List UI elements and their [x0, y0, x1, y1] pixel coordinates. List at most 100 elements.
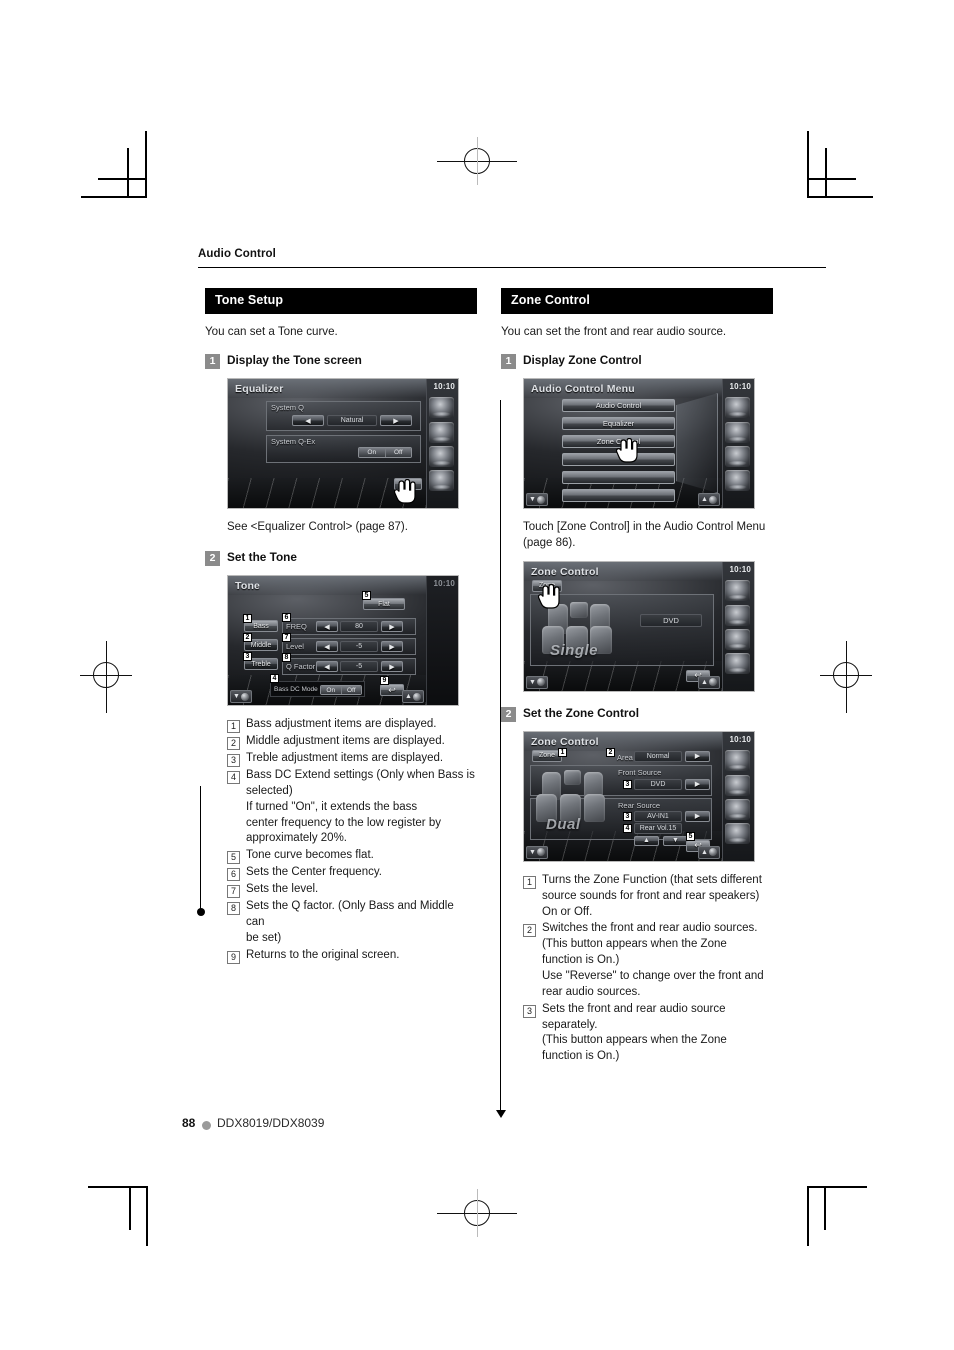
step-label: Display the Tone screen — [227, 353, 362, 368]
callout-6: 6 — [282, 613, 291, 622]
sidebar-icon-audio[interactable] — [725, 798, 750, 820]
callout-8: 8 — [282, 653, 291, 662]
system-q-ex-toggle[interactable]: On Off — [358, 447, 412, 459]
page-number: 88 — [182, 1116, 196, 1130]
volume-down-control[interactable]: ▼ — [526, 845, 548, 859]
item-text: Bass DC Extend settings (Only when Bass … — [246, 768, 475, 847]
level-prev-button[interactable]: ◀ — [316, 641, 338, 652]
sidebar-icon-setup[interactable] — [725, 604, 750, 626]
item-line: source sounds for front and rear speaker… — [542, 889, 760, 902]
item-line: Treble adjustment items are displayed. — [246, 752, 444, 764]
tone-return-button[interactable]: ↩ — [380, 684, 404, 696]
flow-line-left-terminal — [196, 908, 205, 916]
sidebar-icon-setup[interactable] — [725, 774, 750, 796]
knob-icon — [240, 692, 249, 701]
sidebar-icon-audio[interactable] — [429, 446, 454, 468]
step-number: 2 — [501, 706, 516, 722]
menu-item-empty-3[interactable] — [562, 489, 675, 503]
item-line: function is On.) — [542, 954, 620, 967]
sidebar-icon-setup[interactable] — [429, 422, 454, 444]
down-arrow-icon: ▼ — [529, 848, 536, 856]
screen-title: Equalizer — [235, 383, 284, 396]
item-line: Sets the front and rear audio source — [542, 1002, 726, 1015]
knob-icon — [536, 678, 545, 687]
rear-source-label: Rear Source — [618, 800, 661, 810]
rear-source-next-button[interactable]: ▶ — [685, 810, 710, 822]
sidebar-icon-menu[interactable] — [725, 579, 750, 601]
sidebar-icon-menu[interactable] — [725, 397, 750, 419]
on-option[interactable]: On — [359, 448, 386, 458]
flow-line-left — [200, 786, 202, 910]
sidebar-icon-source[interactable] — [429, 470, 454, 492]
item-line: Sets the level. — [246, 883, 319, 896]
item-number: 3 — [523, 1004, 536, 1018]
item-line: Returns to the original screen. — [246, 948, 400, 961]
item-number: 3 — [227, 754, 240, 767]
header-rule — [198, 267, 826, 268]
zone-control-intro: You can set the front and rear audio sou… — [501, 324, 727, 338]
sidebar-icon-audio[interactable] — [725, 628, 750, 650]
q-factor-prev-button[interactable]: ◀ — [316, 661, 338, 672]
off-option[interactable]: Off — [385, 448, 411, 458]
sidebar-icon-audio[interactable] — [725, 446, 750, 468]
level-next-button[interactable]: ▶ — [381, 641, 403, 652]
item-number: 9 — [227, 950, 240, 964]
volume-up-control[interactable]: ▲ — [698, 845, 720, 859]
front-source-next-button[interactable]: ▶ — [685, 778, 710, 790]
step-number: 1 — [501, 354, 516, 370]
item-text: Sets the Center frequency. — [246, 865, 382, 881]
volume-down-control[interactable]: ▼ — [230, 690, 252, 703]
off-option[interactable]: Off — [341, 686, 361, 694]
menu-item-equalizer[interactable]: Equalizer — [562, 417, 675, 431]
item-number: 7 — [227, 885, 240, 899]
up-arrow-icon: ▲ — [405, 693, 412, 700]
area-next-button[interactable]: ▶ — [685, 750, 710, 762]
q-factor-label: Q Factor — [286, 662, 316, 671]
rear-volume-up-button[interactable]: ▲ — [634, 835, 659, 846]
volume-up-control[interactable]: ▲ — [402, 690, 424, 703]
item-number: 1 — [523, 875, 536, 889]
callout-1: 1 — [243, 614, 252, 623]
item-text: Sets the front and rear audio source sep… — [542, 1002, 727, 1065]
front-source-value: DVD — [634, 778, 682, 790]
rear-volume-down-button[interactable]: ▼ — [663, 835, 688, 846]
on-option[interactable]: On — [321, 686, 342, 694]
callout-5: 5 — [686, 831, 695, 841]
item-text: Turns the Zone Function (that sets diffe… — [542, 873, 762, 921]
system-q-prev-button[interactable]: ◀ — [292, 415, 324, 427]
zone-control-dual-screen-image: Zone Control 10:10 Zone 1 Area 2 Normal … — [523, 730, 755, 862]
item-line: center frequency to the low register by — [246, 816, 441, 829]
screen-titlebar — [228, 576, 458, 595]
volume-down-control[interactable]: ▼ — [526, 675, 548, 689]
freq-next-button[interactable]: ▶ — [381, 621, 403, 632]
volume-up-control[interactable]: ▲ — [698, 493, 720, 507]
menu-item-empty-2[interactable] — [562, 471, 675, 485]
sidebar-icon-source[interactable] — [725, 652, 750, 674]
system-q-next-button[interactable]: ▶ — [380, 415, 412, 427]
item-text: Switches the front and rear audio source… — [542, 921, 764, 1000]
volume-down-control[interactable]: ▼ — [526, 493, 548, 507]
item-line: Turns the Zone Function (that sets diffe… — [542, 873, 762, 886]
bass-dc-mode-toggle[interactable]: On Off — [320, 685, 362, 695]
equalizer-control-reference: See <Equalizer Control> (page 87). — [227, 521, 408, 534]
clock-display: 10:10 — [433, 382, 455, 392]
sidebar-icon-source[interactable] — [725, 470, 750, 492]
item-number: 5 — [227, 851, 240, 865]
item-line: On or Off. — [542, 905, 593, 918]
screen-title: Zone Control — [531, 735, 599, 748]
volume-up-control[interactable]: ▲ — [698, 675, 720, 689]
knob-icon — [708, 495, 717, 504]
q-factor-next-button[interactable]: ▶ — [381, 661, 403, 672]
sidebar-icon-source[interactable] — [725, 822, 750, 844]
sidebar-icon-menu[interactable] — [429, 397, 454, 419]
freq-prev-button[interactable]: ◀ — [316, 621, 338, 632]
sidebar-icon-menu[interactable] — [725, 749, 750, 771]
item-text: Middle adjustment items are displayed. — [246, 734, 445, 750]
callout-2: 2 — [606, 747, 615, 757]
clock-display: 10:10 — [729, 382, 751, 392]
down-arrow-icon: ▼ — [529, 496, 536, 504]
list-item: 8 Sets the Q factor. (Only Bass and Midd… — [227, 899, 475, 947]
sidebar-icon-setup[interactable] — [725, 422, 750, 444]
step-number: 2 — [205, 551, 220, 566]
menu-item-audio-control[interactable]: Audio Control — [562, 399, 675, 413]
